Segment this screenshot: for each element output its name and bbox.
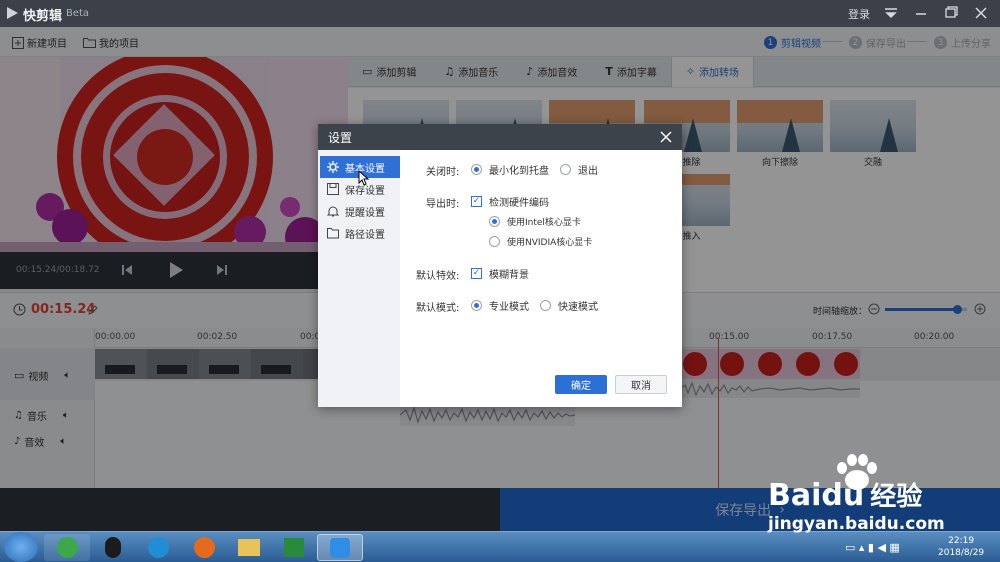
settings-dialog: 设置 基本设置 保存设置 提醒设置 路径设置 关闭时: 最小化到托盘 退出 导出… xyxy=(318,124,682,407)
radio-indicator xyxy=(471,300,482,311)
windows-taskbar: ▭ ▴ ▮ ◀︎ ▦ 22:19 2018/8/29 xyxy=(0,531,1000,562)
ok-button[interactable]: 确定 xyxy=(555,375,607,394)
watermark-brand: Baidu 经验 xyxy=(768,476,922,513)
clock-date: 2018/8/29 xyxy=(938,548,985,558)
close-behavior-label: 关闭时: xyxy=(426,167,460,178)
nav-label: 路径设置 xyxy=(345,229,385,241)
bell-icon xyxy=(327,206,339,217)
dialog-header: 设置 xyxy=(318,124,682,150)
menu-icon[interactable] xyxy=(882,5,900,21)
watermark-url: jingyan.baidu.com xyxy=(768,514,945,534)
checkbox-indicator: ✓ xyxy=(471,196,482,207)
radio-label: 使用Intel核心显卡 xyxy=(507,218,581,228)
taskbar-app-qq[interactable] xyxy=(90,534,136,561)
save-icon xyxy=(327,183,339,195)
radio-indicator xyxy=(489,216,500,227)
close-to-tray-radio[interactable]: 最小化到托盘 xyxy=(471,162,549,177)
radio-label: 使用NVIDIA核心显卡 xyxy=(507,238,593,248)
restore-icon[interactable] xyxy=(942,5,960,21)
quick-mode-radio[interactable]: 快速模式 xyxy=(540,298,598,313)
radio-indicator xyxy=(540,300,551,311)
brand-text: Baidu xyxy=(768,478,865,513)
pro-mode-radio[interactable]: 专业模式 xyxy=(471,298,529,313)
nav-reminder-settings[interactable]: 提醒设置 xyxy=(320,200,400,222)
app-logo-icon xyxy=(7,7,18,19)
radio-label: 快速模式 xyxy=(558,302,598,313)
clock-time: 22:19 xyxy=(948,536,975,546)
checkbox-label: 模糊背景 xyxy=(489,270,529,281)
gpu-intel-radio[interactable]: 使用Intel核心显卡 xyxy=(489,215,581,228)
gpu-nvidia-radio[interactable]: 使用NVIDIA核心显卡 xyxy=(489,235,592,248)
radio-label: 最小化到托盘 xyxy=(489,166,549,177)
default-effect-label: 默认特效: xyxy=(416,271,460,282)
export-label: 导出时: xyxy=(426,199,460,210)
close-window-icon[interactable] xyxy=(972,5,990,21)
mouse-cursor-icon xyxy=(358,170,370,186)
nav-path-settings[interactable]: 路径设置 xyxy=(320,222,400,244)
close-icon[interactable] xyxy=(660,131,672,143)
radio-label: 专业模式 xyxy=(489,302,529,313)
checkbox-indicator: ✓ xyxy=(471,268,482,279)
blur-background-checkbox[interactable]: ✓ 模糊背景 xyxy=(471,266,529,281)
app-beta-badge: Beta xyxy=(66,8,90,19)
radio-indicator xyxy=(560,164,571,175)
minimize-icon[interactable] xyxy=(912,5,930,21)
default-mode-label: 默认模式: xyxy=(416,303,460,314)
gear-icon xyxy=(327,161,339,173)
taskbar-app-firefox[interactable] xyxy=(181,534,227,561)
cancel-button[interactable]: 取消 xyxy=(615,375,667,394)
taskbar-app-player[interactable] xyxy=(135,534,181,561)
radio-indicator xyxy=(471,164,482,175)
radio-label: 退出 xyxy=(578,166,598,177)
taskbar-app-360[interactable] xyxy=(44,534,90,561)
taskbar-app-editor[interactable] xyxy=(271,534,317,561)
title-bar: 快剪辑 Beta 登录 xyxy=(0,0,1000,27)
app-title: 快剪辑 xyxy=(23,9,63,24)
taskbar-app-explorer[interactable] xyxy=(226,534,272,561)
login-link[interactable]: 登录 xyxy=(848,6,870,22)
folder-icon xyxy=(327,228,339,239)
hw-encode-checkbox[interactable]: ✓ 检测硬件编码 xyxy=(471,194,549,209)
close-exit-radio[interactable]: 退出 xyxy=(560,162,598,177)
checkbox-label: 检测硬件编码 xyxy=(489,198,549,209)
system-tray-icons[interactable]: ▭ ▴ ▮ ◀︎ ▦ xyxy=(845,541,925,554)
taskbar-app-kuaijianji[interactable] xyxy=(317,534,363,561)
dialog-title: 设置 xyxy=(328,131,353,145)
brand-cn-text: 经验 xyxy=(870,482,923,512)
start-button[interactable] xyxy=(4,532,38,562)
radio-indicator xyxy=(489,236,500,247)
nav-label: 提醒设置 xyxy=(345,207,385,219)
system-clock[interactable]: 22:19 2018/8/29 xyxy=(938,535,984,559)
settings-nav: 基本设置 保存设置 提醒设置 路径设置 xyxy=(318,150,400,407)
